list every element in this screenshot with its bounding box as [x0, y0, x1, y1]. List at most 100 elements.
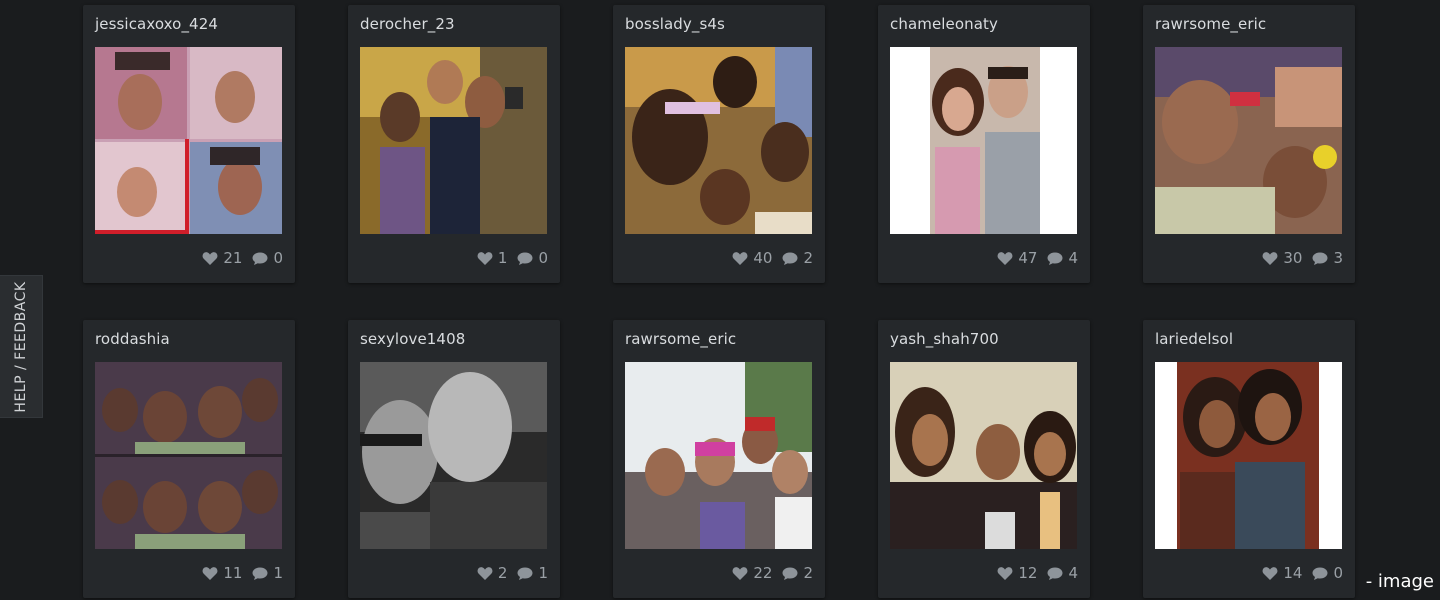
comments-count: 1 — [538, 564, 548, 582]
photo-thumbnail[interactable] — [360, 47, 547, 234]
speech-bubble-icon — [782, 252, 798, 265]
comments-stat[interactable]: 0 — [517, 249, 548, 267]
card-stats: 47 4 — [997, 249, 1078, 267]
comments-count: 0 — [1333, 564, 1343, 582]
likes-count: 12 — [1018, 564, 1038, 582]
card-stats: 40 2 — [732, 249, 813, 267]
comments-count: 2 — [803, 249, 813, 267]
heart-icon — [732, 251, 748, 265]
comments-stat[interactable]: 0 — [252, 249, 283, 267]
photo-card[interactable]: yash_shah700 12 4 — [878, 320, 1090, 598]
comments-stat[interactable]: 1 — [252, 564, 283, 582]
card-username[interactable]: derocher_23 — [360, 15, 455, 33]
likes-count: 30 — [1283, 249, 1303, 267]
card-username[interactable]: lariedelsol — [1155, 330, 1233, 348]
photo-thumbnail[interactable] — [625, 47, 812, 234]
heart-icon — [477, 251, 493, 265]
photo-thumbnail[interactable] — [1155, 47, 1342, 234]
comments-count: 1 — [273, 564, 283, 582]
photo-card[interactable]: jessicaxoxo_424 21 0 — [83, 5, 295, 283]
card-username[interactable]: jessicaxoxo_424 — [95, 15, 218, 33]
speech-bubble-icon — [517, 252, 533, 265]
comments-count: 0 — [273, 249, 283, 267]
comments-stat[interactable]: 3 — [1312, 249, 1343, 267]
comments-count: 2 — [803, 564, 813, 582]
card-username[interactable]: chameleonaty — [890, 15, 998, 33]
likes-count: 2 — [497, 564, 508, 582]
photo-thumbnail[interactable] — [890, 362, 1077, 549]
speech-bubble-icon — [1047, 252, 1063, 265]
photo-thumbnail[interactable] — [890, 47, 1077, 234]
heart-icon — [202, 251, 218, 265]
help-feedback-label: HELP / FEEDBACK — [13, 280, 29, 413]
image-caption: - image — [1365, 571, 1434, 592]
speech-bubble-icon — [252, 567, 268, 580]
comments-count: 0 — [538, 249, 548, 267]
heart-icon — [997, 251, 1013, 265]
card-stats: 2 1 — [477, 564, 548, 582]
likes-count: 14 — [1283, 564, 1303, 582]
comments-stat[interactable]: 2 — [782, 564, 813, 582]
speech-bubble-icon — [1312, 252, 1328, 265]
card-stats: 11 1 — [202, 564, 283, 582]
heart-icon — [1262, 251, 1278, 265]
comments-stat[interactable]: 0 — [1312, 564, 1343, 582]
comments-stat[interactable]: 4 — [1047, 564, 1078, 582]
card-username[interactable]: sexylove1408 — [360, 330, 465, 348]
photo-card[interactable]: rawrsome_eric 30 3 — [1143, 5, 1355, 283]
likes-count: 21 — [223, 249, 243, 267]
speech-bubble-icon — [782, 567, 798, 580]
card-username[interactable]: bosslady_s4s — [625, 15, 725, 33]
likes-stat[interactable]: 30 — [1262, 249, 1302, 267]
photo-card[interactable]: roddashia 11 1 — [83, 320, 295, 598]
card-username[interactable]: rawrsome_eric — [625, 330, 736, 348]
likes-stat[interactable]: 2 — [477, 564, 508, 582]
card-stats: 22 2 — [732, 564, 813, 582]
heart-icon — [997, 566, 1013, 580]
speech-bubble-icon — [1047, 567, 1063, 580]
photo-thumbnail[interactable] — [360, 362, 547, 549]
photo-card[interactable]: bosslady_s4s 40 2 — [613, 5, 825, 283]
photo-thumbnail[interactable] — [625, 362, 812, 549]
likes-stat[interactable]: 47 — [997, 249, 1037, 267]
photo-thumbnail[interactable] — [1155, 362, 1342, 549]
comments-count: 4 — [1068, 249, 1078, 267]
comments-count: 4 — [1068, 564, 1078, 582]
likes-stat[interactable]: 14 — [1262, 564, 1302, 582]
photo-card[interactable]: chameleonaty 47 4 — [878, 5, 1090, 283]
speech-bubble-icon — [517, 567, 533, 580]
likes-stat[interactable]: 22 — [732, 564, 772, 582]
card-stats: 21 0 — [202, 249, 283, 267]
help-feedback-tab[interactable]: HELP / FEEDBACK — [0, 275, 43, 418]
card-username[interactable]: roddashia — [95, 330, 170, 348]
likes-stat[interactable]: 1 — [477, 249, 508, 267]
card-stats: 30 3 — [1262, 249, 1343, 267]
card-stats: 14 0 — [1262, 564, 1343, 582]
photo-card[interactable]: derocher_23 1 0 — [348, 5, 560, 283]
likes-count: 1 — [497, 249, 508, 267]
likes-stat[interactable]: 21 — [202, 249, 242, 267]
likes-stat[interactable]: 12 — [997, 564, 1037, 582]
likes-count: 11 — [223, 564, 243, 582]
photo-card[interactable]: rawrsome_eric 22 2 — [613, 320, 825, 598]
comments-stat[interactable]: 2 — [782, 249, 813, 267]
photo-thumbnail[interactable] — [95, 47, 282, 234]
likes-count: 22 — [753, 564, 773, 582]
heart-icon — [477, 566, 493, 580]
comments-stat[interactable]: 4 — [1047, 249, 1078, 267]
photo-thumbnail[interactable] — [95, 362, 282, 549]
likes-stat[interactable]: 40 — [732, 249, 772, 267]
heart-icon — [202, 566, 218, 580]
photo-card[interactable]: sexylove1408 2 1 — [348, 320, 560, 598]
speech-bubble-icon — [252, 252, 268, 265]
speech-bubble-icon — [1312, 567, 1328, 580]
card-stats: 1 0 — [477, 249, 548, 267]
comments-stat[interactable]: 1 — [517, 564, 548, 582]
heart-icon — [732, 566, 748, 580]
likes-count: 47 — [1018, 249, 1038, 267]
likes-stat[interactable]: 11 — [202, 564, 242, 582]
photo-card[interactable]: lariedelsol 14 0 — [1143, 320, 1355, 598]
card-username[interactable]: yash_shah700 — [890, 330, 999, 348]
card-username[interactable]: rawrsome_eric — [1155, 15, 1266, 33]
comments-count: 3 — [1333, 249, 1343, 267]
